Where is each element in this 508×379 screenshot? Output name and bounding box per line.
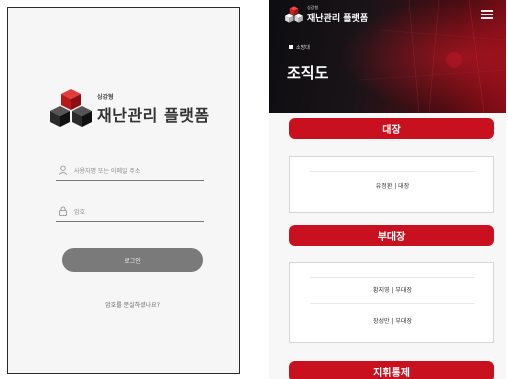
logo-title: 재난관리 플랫폼 (97, 106, 210, 125)
cubes-logo-icon (50, 89, 92, 127)
logo-small-text: 싱강형 (97, 94, 114, 101)
divider (310, 171, 475, 172)
header-logo-icon (285, 6, 303, 23)
password-input[interactable] (74, 205, 200, 219)
hero-banner: 싱강형 재난관리 플랫폼 소방대 조직도 (269, 0, 506, 113)
divider (310, 303, 475, 304)
member-item: 장성만 | 부대장 (373, 318, 412, 325)
password-field[interactable] (56, 204, 204, 222)
org-chart-screen: 싱강형 재난관리 플랫폼 소방대 조직도 대장 유정환 | 대장 부대장 황지영… (269, 0, 506, 379)
square-bullet-icon (289, 45, 293, 49)
section-header-command: 지휘통제 (289, 361, 494, 379)
breadcrumb: 소방대 (289, 44, 310, 51)
divider (310, 277, 475, 278)
hero-background-pattern (269, 0, 506, 113)
page-title: 조직도 (287, 64, 329, 82)
section-card-chief: 유정환 | 대장 (289, 156, 494, 213)
forgot-password-link[interactable]: 암호를 분실하셨나요? (62, 300, 203, 309)
member-item: 황지영 | 부대장 (373, 287, 412, 294)
login-screen: 싱강형 재난관리 플랫폼 로그인 암호를 분실하셨나요? (7, 7, 240, 374)
member-item: 유정환 | 대장 (375, 183, 410, 190)
section-card-deputy: 황지영 | 부대장 장성만 | 부대장 (289, 262, 494, 343)
email-input[interactable] (74, 164, 200, 178)
login-button[interactable]: 로그인 (62, 248, 203, 272)
lock-icon (59, 206, 67, 216)
hamburger-menu-icon[interactable] (481, 10, 493, 19)
email-field[interactable] (56, 163, 204, 181)
user-icon (58, 165, 68, 175)
section-header-deputy: 부대장 (289, 225, 494, 246)
header-logo-title: 재난관리 플랫폼 (307, 14, 369, 24)
breadcrumb-label: 소방대 (296, 45, 310, 51)
section-header-chief: 대장 (289, 118, 494, 139)
